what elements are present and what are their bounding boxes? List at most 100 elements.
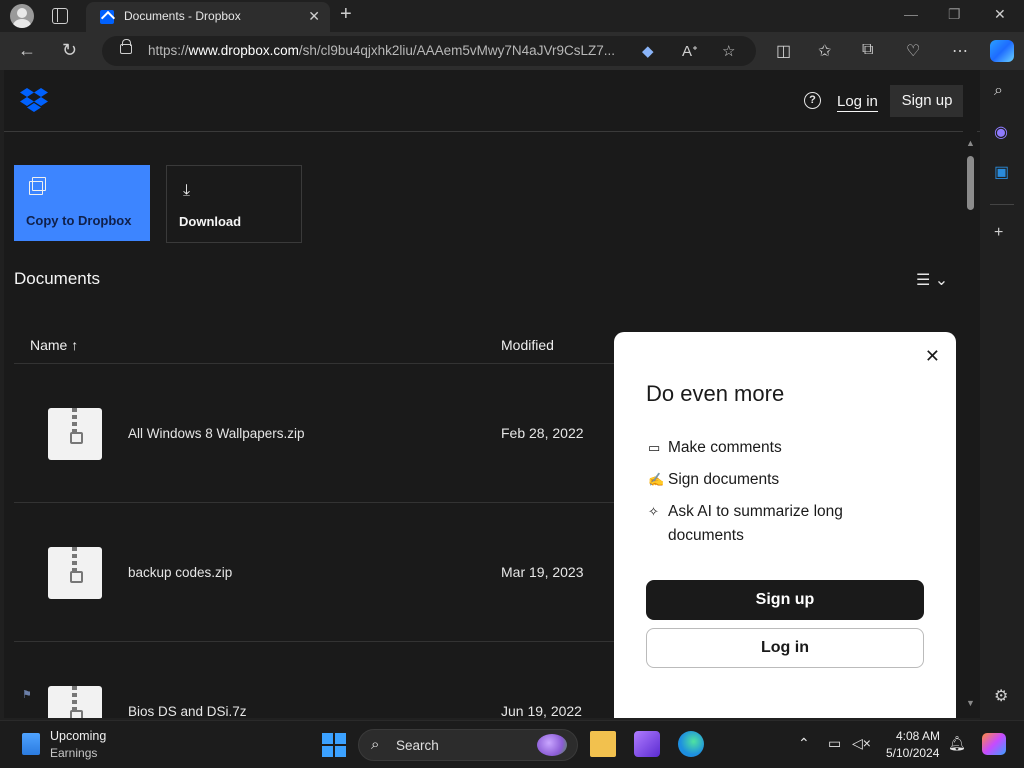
feature-item: ✧ Ask AI to summarize long documents <box>648 500 888 548</box>
help-icon[interactable]: ? <box>804 92 821 109</box>
copy-to-dropbox-button[interactable]: Copy to Dropbox <box>14 165 150 241</box>
download-button[interactable]: ⤓ Download <box>166 165 302 243</box>
table-row[interactable]: Bios DS and DSi.7z Jun 19, 2022 <box>14 642 624 718</box>
widget-subtitle[interactable]: Earnings <box>50 746 97 760</box>
modal-signup-button[interactable]: Sign up <box>646 580 924 620</box>
browser-essentials-icon[interactable]: ♡ <box>906 41 920 61</box>
visual-studio-icon[interactable] <box>634 731 660 757</box>
copy-label: Copy to Dropbox <box>26 213 132 228</box>
split-screen-icon[interactable]: ◫ <box>776 41 791 61</box>
refresh-icon[interactable]: ↻ <box>62 40 77 61</box>
lock-icon[interactable] <box>120 39 132 54</box>
feature-label: Sign documents <box>668 471 780 488</box>
feature-item: ✍ Sign documents <box>648 468 779 492</box>
minimize-icon[interactable]: — <box>904 6 918 22</box>
browser-tabstrip: Documents - Dropbox ✕ + — ❐ ✕ <box>0 0 1024 32</box>
file-modified: Mar 19, 2023 <box>501 564 584 580</box>
table-row[interactable]: backup codes.zip Mar 19, 2023 <box>14 503 624 642</box>
new-tab-icon[interactable]: + <box>340 3 352 26</box>
taskbar-time[interactable]: 4:08 AM <box>896 729 940 743</box>
file-modified: Feb 28, 2022 <box>501 425 584 441</box>
modal-title: Do even more <box>646 381 785 406</box>
page-scrollbar[interactable]: ▲ ▼ <box>963 70 977 718</box>
column-name-label: Name <box>30 337 68 353</box>
file-explorer-icon[interactable] <box>590 731 616 757</box>
coupon-tag-icon[interactable]: ◆ <box>642 42 654 60</box>
feature-label: Make comments <box>668 439 782 456</box>
volume-icon[interactable]: ◁× <box>852 735 871 752</box>
tab-documents-dropbox[interactable]: Documents - Dropbox ✕ <box>86 2 330 32</box>
scroll-up-icon[interactable]: ▲ <box>966 138 975 148</box>
flag-icon: ⚑ <box>22 689 32 701</box>
file-name[interactable]: backup codes.zip <box>128 565 232 580</box>
edge-browser-icon[interactable] <box>678 731 704 757</box>
close-window-icon[interactable]: ✕ <box>994 6 1006 23</box>
copilot-icon[interactable] <box>990 40 1014 62</box>
feature-item: ▭ Make comments <box>648 436 782 460</box>
section-title: Documents <box>14 269 100 288</box>
file-modified: Jun 19, 2022 <box>501 703 582 718</box>
stocks-widget-icon[interactable] <box>22 733 40 755</box>
scroll-down-icon[interactable]: ▼ <box>966 698 975 708</box>
collections-icon[interactable]: ⧉ <box>862 41 873 59</box>
network-icon[interactable]: ▭ <box>828 735 841 752</box>
widget-title[interactable]: Upcoming <box>50 729 106 743</box>
sidebar-search-icon[interactable]: ⌕ <box>994 82 1003 100</box>
signature-icon: ✍ <box>648 472 665 487</box>
favorite-star-icon[interactable]: ☆ <box>722 42 735 60</box>
tray-expand-icon[interactable]: ⌃ <box>798 735 810 752</box>
signup-promo-modal: ✕ Do even more ▭ Make comments ✍ Sign docu… <box>614 332 956 718</box>
url-host: www.dropbox.com <box>188 43 299 58</box>
column-header-name[interactable]: Name ↑ <box>30 337 78 353</box>
feature-label: Ask AI to summarize long documents <box>668 503 843 544</box>
download-icon: ⤓ <box>183 182 191 199</box>
tab-actions-icon[interactable] <box>52 8 68 24</box>
url-path: /sh/cl9bu4qjxhk2liu/AAAem5vMwy7N4aJVr9Cs… <box>298 43 615 58</box>
dropbox-page: ? Log in Sign up Copy to Dropbox ⤓ Downl… <box>4 70 980 718</box>
address-bar[interactable]: https://www.dropbox.com/sh/cl9bu4qjxhk2l… <box>102 36 756 66</box>
tab-title: Documents - Dropbox <box>124 9 241 23</box>
modal-login-button[interactable]: Log in <box>646 628 924 668</box>
sidebar-copilot-icon[interactable]: ◉ <box>994 122 1008 142</box>
sidebar-outlook-icon[interactable]: ▣ <box>994 162 1009 182</box>
restore-icon[interactable]: ❐ <box>948 6 961 23</box>
scroll-thumb[interactable] <box>967 156 974 210</box>
table-row[interactable]: All Windows 8 Wallpapers.zip Feb 28, 202… <box>14 364 624 503</box>
dropbox-favicon-icon <box>100 10 114 24</box>
url-text[interactable]: https://www.dropbox.com/sh/cl9bu4qjxhk2l… <box>148 43 634 58</box>
notifications-bell-icon[interactable]: 🔔︎ <box>948 735 966 752</box>
zip-file-icon <box>48 547 102 599</box>
column-header-modified[interactable]: Modified <box>501 337 554 353</box>
search-highlight-icon <box>537 734 567 756</box>
sidebar-add-icon[interactable]: + <box>994 224 1003 242</box>
read-aloud-icon[interactable]: Aᐩ <box>682 42 698 60</box>
header-login-link[interactable]: Log in <box>837 93 878 112</box>
header-signup-button[interactable]: Sign up <box>890 85 964 117</box>
browser-toolbar: ← ↻ https://www.dropbox.com/sh/cl9bu4qjx… <box>0 32 1024 70</box>
sort-ascending-icon: ↑ <box>71 337 79 353</box>
url-prefix: https:// <box>148 43 189 58</box>
file-name[interactable]: All Windows 8 Wallpapers.zip <box>128 426 305 441</box>
favorites-icon[interactable]: ✩ <box>818 41 831 61</box>
modal-close-icon[interactable]: ✕ <box>925 346 940 367</box>
dropbox-logo-icon[interactable] <box>20 88 48 112</box>
comment-icon: ▭ <box>648 440 661 455</box>
tab-close-icon[interactable]: ✕ <box>308 8 320 25</box>
copy-icon <box>29 177 46 195</box>
search-label: Search <box>396 738 439 753</box>
zip-file-icon <box>48 408 102 460</box>
more-menu-icon[interactable]: ⋯ <box>952 41 968 61</box>
back-icon[interactable]: ← <box>18 40 36 61</box>
start-button-icon[interactable] <box>322 733 346 757</box>
taskbar-search[interactable]: ⌕ Search <box>358 729 578 761</box>
sidebar-divider <box>990 204 1014 205</box>
taskbar-date[interactable]: 5/10/2024 <box>886 746 939 760</box>
sidebar-settings-icon[interactable]: ⚙ <box>994 686 1008 706</box>
windows-taskbar: Upcoming Earnings ⌕ Search ⌃ ▭ ◁× 4:08 A… <box>0 720 1024 768</box>
view-toggle-icon[interactable]: ☰ ⌄ <box>916 270 948 290</box>
profile-avatar-icon[interactable] <box>10 4 34 28</box>
ai-sparkle-icon: ✧ <box>648 504 659 519</box>
file-name[interactable]: Bios DS and DSi.7z <box>128 704 247 718</box>
archive-file-icon <box>48 686 102 718</box>
copilot-taskbar-icon[interactable] <box>982 733 1006 755</box>
